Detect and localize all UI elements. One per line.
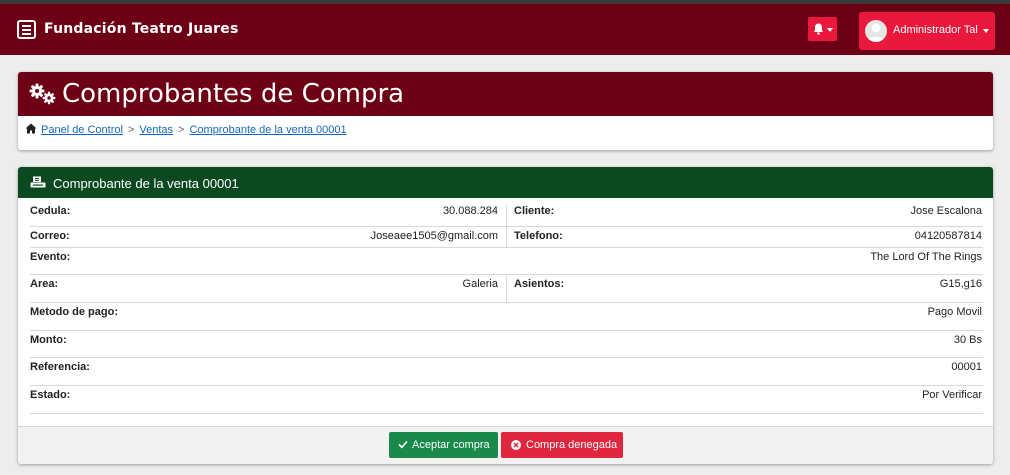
bell-icon bbox=[813, 23, 824, 35]
telefono-value: 04120587814 bbox=[914, 230, 982, 242]
hamburger-menu-icon[interactable] bbox=[17, 20, 36, 39]
breadcrumb-link-comprobante[interactable]: Comprobante de la venta 00001 bbox=[189, 124, 346, 136]
deny-purchase-button[interactable]: Compra denegada bbox=[501, 432, 623, 458]
home-icon bbox=[25, 123, 37, 134]
receipt-card: Comprobante de la venta 00001 Cedula: 30… bbox=[18, 167, 993, 464]
breadcrumb: Panel de Control > Ventas > Comprobante de l… bbox=[25, 123, 347, 136]
table-row: Evento: The Lord Of The Rings bbox=[30, 248, 983, 275]
asientos-value: G15,g16 bbox=[939, 278, 982, 290]
page-header-card: Comprobantes de Compra Panel de Control >… bbox=[18, 72, 993, 150]
table-row: Referencia: 00001 bbox=[30, 358, 983, 386]
telefono-label: Telefono: bbox=[514, 230, 563, 242]
cedula-value: 30.088.284 bbox=[442, 205, 498, 217]
referencia-label: Referencia: bbox=[30, 361, 90, 373]
chevron-down-icon bbox=[983, 29, 989, 33]
breadcrumb-link-panel[interactable]: Panel de Control bbox=[41, 124, 123, 136]
correo-value: Joseaee1505@gmail.com bbox=[370, 230, 498, 242]
receipt-footer: Aceptar compra Compra denegada bbox=[18, 426, 993, 464]
monto-label: Monto: bbox=[30, 334, 67, 346]
cliente-value: Jose Escalona bbox=[910, 205, 982, 217]
avatar bbox=[865, 20, 887, 42]
gears-icon bbox=[29, 83, 56, 105]
user-menu-button[interactable]: Administrador Tal bbox=[859, 12, 995, 50]
table-row: Metodo de pago: Pago Movil bbox=[30, 303, 983, 331]
page-title: Comprobantes de Compra bbox=[62, 79, 405, 109]
deny-purchase-label: Compra denegada bbox=[526, 439, 618, 451]
area-label: Area: bbox=[30, 278, 59, 290]
estado-value: Por Verificar bbox=[922, 389, 982, 401]
table-row: Correo: Joseaee1505@gmail.com Telefono: … bbox=[30, 227, 983, 248]
metodo-pago-label: Metodo de pago: bbox=[30, 306, 118, 318]
breadcrumb-link-ventas[interactable]: Ventas bbox=[139, 124, 173, 136]
check-icon bbox=[398, 440, 408, 449]
receipt-icon bbox=[30, 176, 46, 188]
breadcrumb-separator: > bbox=[127, 124, 135, 136]
notifications-button[interactable] bbox=[808, 17, 837, 41]
cliente-label: Cliente: bbox=[514, 205, 555, 217]
receipt-header: Comprobante de la venta 00001 bbox=[18, 167, 993, 198]
accept-purchase-label: Aceptar compra bbox=[412, 439, 490, 451]
times-circle-icon bbox=[511, 440, 521, 450]
estado-label: Estado: bbox=[30, 389, 71, 401]
area-value: Galeria bbox=[462, 278, 498, 290]
evento-value: The Lord Of The Rings bbox=[870, 251, 982, 263]
table-row: Cedula: 30.088.284 Cliente: Jose Escalon… bbox=[30, 205, 983, 227]
referencia-value: 00001 bbox=[951, 361, 982, 373]
chevron-down-icon bbox=[827, 28, 833, 32]
brand-name[interactable]: Fundación Teatro Juares bbox=[44, 21, 239, 37]
cedula-label: Cedula: bbox=[30, 205, 71, 217]
table-row: Estado: Por Verificar bbox=[30, 386, 983, 414]
asientos-label: Asientos: bbox=[514, 278, 565, 290]
table-row: Monto: 30 Bs bbox=[30, 331, 983, 358]
column-divider bbox=[506, 227, 507, 248]
user-name: Administrador Tal bbox=[893, 24, 978, 36]
column-divider bbox=[506, 275, 507, 303]
evento-label: Evento: bbox=[30, 251, 71, 263]
receipt-title: Comprobante de la venta 00001 bbox=[53, 176, 239, 191]
breadcrumb-separator: > bbox=[178, 124, 185, 136]
column-divider bbox=[506, 205, 507, 227]
table-row: Area: Galeria Asientos: G15,g16 bbox=[30, 275, 983, 303]
correo-label: Correo: bbox=[30, 230, 70, 242]
top-navbar: Fundación Teatro Juares Administrador Ta… bbox=[0, 4, 1010, 55]
accept-purchase-button[interactable]: Aceptar compra bbox=[389, 432, 498, 458]
monto-value: 30 Bs bbox=[953, 334, 982, 346]
metodo-pago-value: Pago Movil bbox=[927, 306, 982, 318]
page-header: Comprobantes de Compra bbox=[18, 72, 993, 116]
